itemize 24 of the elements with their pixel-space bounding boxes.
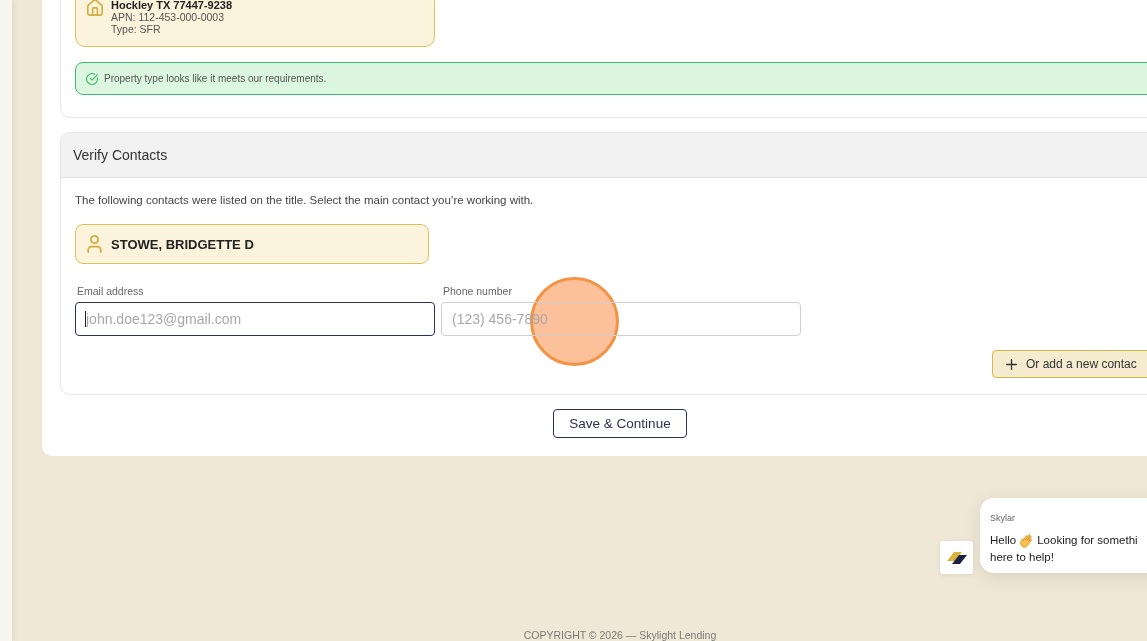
property-type: Type: SFR xyxy=(111,23,162,35)
section-title: Verify Contacts xyxy=(73,147,168,163)
waving-hand-icon xyxy=(1020,533,1034,548)
property-address: Hockley TX 77447-9238 xyxy=(111,0,233,11)
copyright-text: COPYRIGHT © 2026 — Skylight Lending xyxy=(523,629,717,641)
input-field[interactable]: john.doe123@gmail.com xyxy=(75,302,435,336)
chat-message-text: Hello xyxy=(990,533,1017,548)
plus-icon xyxy=(1006,358,1017,370)
notice-text: Property type looks like it meets our requirements. xyxy=(104,72,327,85)
add-contact-button[interactable]: Or add a new contac xyxy=(992,350,1147,378)
text-cursor-icon xyxy=(85,311,86,327)
field-label: Phone number xyxy=(443,285,512,297)
check-circle-icon xyxy=(86,72,98,85)
chat-message-text: Looking for somethi xyxy=(1037,533,1138,548)
property-apn: APN: 112-453-000-0003 xyxy=(111,11,226,23)
field-label: Email address xyxy=(77,285,144,297)
person-icon xyxy=(87,235,102,253)
parallelogram-logo-icon[interactable] xyxy=(940,541,973,574)
house-icon xyxy=(87,0,103,16)
instruction-text: The following contacts were listed on the title. Select the main contact you’re working with. xyxy=(75,193,534,208)
chat-sender-name: Skylar xyxy=(990,512,1015,524)
chat-message-text: here to help! xyxy=(990,550,1054,565)
save-continue-button[interactable]: Save & Continue xyxy=(553,409,687,438)
contact-option[interactable]: STOWE, BRIDGETTE D xyxy=(75,224,429,264)
